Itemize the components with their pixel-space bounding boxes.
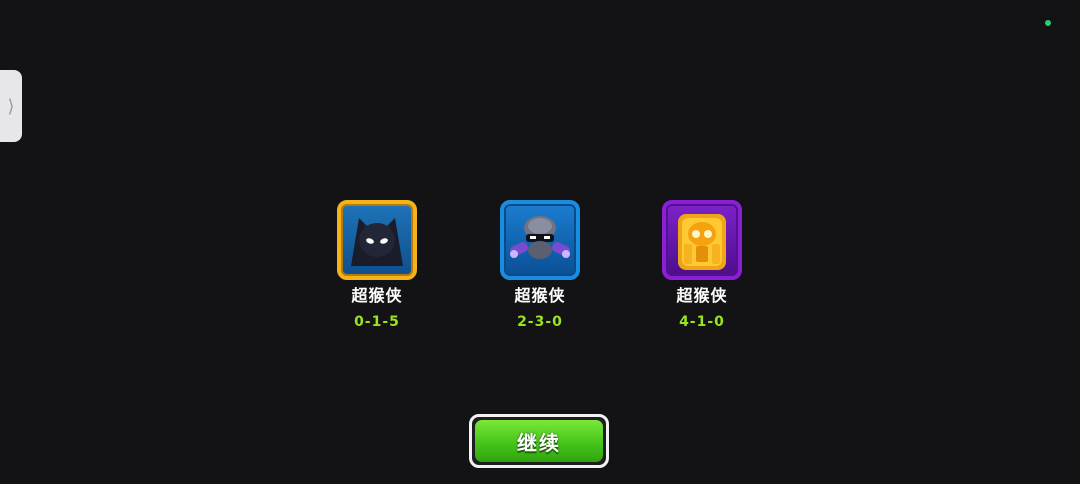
game-screen: ⟩ 超猴侠 0-1-5 超猴侠 2-3-0 超猴侠 4-1-0 继续	[0, 0, 1080, 484]
upgrade-path: 4-1-0	[679, 314, 725, 330]
continue-button[interactable]: 继续	[469, 414, 609, 468]
dark-knight-icon	[351, 218, 403, 266]
tower-icon-frame	[662, 200, 742, 280]
continue-button-label: 继续	[475, 420, 603, 462]
tower-name: 超猴侠	[514, 286, 566, 305]
chevron-right-icon: ⟩	[7, 95, 15, 117]
tower-card-3: 超猴侠 4-1-0	[642, 200, 762, 331]
tower-name: 超猴侠	[351, 286, 403, 305]
tower-icon-frame	[337, 200, 417, 280]
tower-icon-frame	[500, 200, 580, 280]
tower-name: 超猴侠	[676, 286, 728, 305]
tower-card-1: 超猴侠 0-1-5	[317, 200, 437, 331]
side-drawer-handle[interactable]: ⟩	[0, 70, 22, 142]
tower-card-2: 超猴侠 2-3-0	[480, 200, 600, 331]
upgrade-path: 2-3-0	[517, 314, 563, 330]
sun-temple-icon	[678, 214, 726, 270]
upgrade-path: 0-1-5	[354, 314, 400, 330]
robo-monkey-icon	[510, 216, 570, 259]
status-indicator-dot	[1045, 20, 1051, 26]
